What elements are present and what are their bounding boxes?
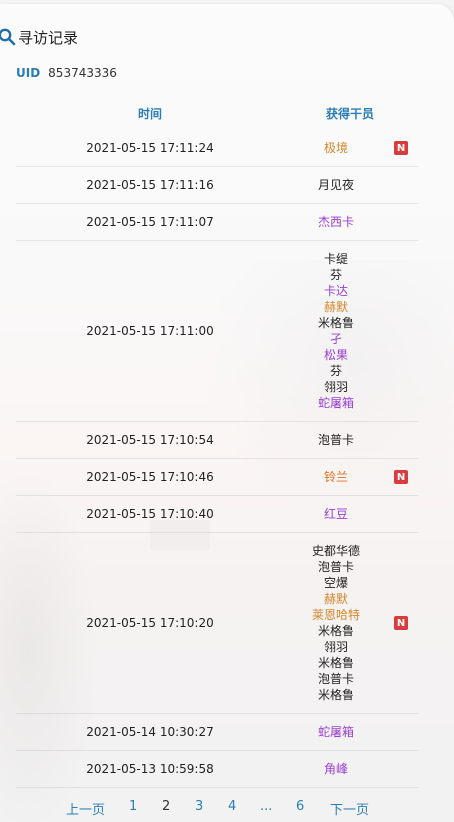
uid-label: UID (16, 66, 41, 80)
table-row: 2021-05-15 17:10:20 史都华德 泡普卡 空爆 赫默 莱恩哈特 米格鲁 翎羽米… (16, 533, 418, 714)
pager-page-1[interactable]: 1 (129, 799, 137, 814)
page-title: 寻访记录 (18, 28, 79, 47)
operator-name: 莱恩哈特 (311, 608, 360, 622)
operator-name: 赫默 (323, 592, 348, 606)
table-row: 2021-05-13 10:59:58 角峰 (16, 751, 418, 788)
operator-name: 孑 (329, 332, 342, 346)
operator-name: 米格鲁 (317, 624, 354, 638)
table-row: 2021-05-15 17:10:40 红豆 (16, 496, 418, 533)
operator-name: 卡达 (323, 284, 348, 298)
operator-name: 泡普卡 (317, 433, 354, 447)
operator-name: 蛇屠箱 (317, 725, 354, 739)
new-badge: N (394, 470, 408, 484)
record-operators: 极境 (284, 140, 388, 156)
table-row: 2021-05-15 17:11:16 月见夜 (16, 167, 418, 204)
record-operators: 铃兰 (284, 469, 388, 485)
record-time: 2021-05-15 17:10:46 (86, 470, 214, 484)
record-time: 2021-05-15 17:11:24 (86, 141, 214, 155)
pager-ellipsis: ... (260, 799, 273, 814)
table-row: 2021-05-15 17:10:46 铃兰 N (16, 459, 418, 496)
record-operators: 角峰 (284, 761, 388, 777)
table-row: 2021-05-15 17:11:24 极境 N (16, 130, 418, 167)
record-operators: 杰西卡 (284, 214, 388, 230)
record-time: 2021-05-14 10:30:27 (86, 725, 214, 739)
column-header-time: 时间 (138, 107, 163, 121)
pager-page-4[interactable]: 4 (228, 799, 236, 814)
operator-name: 红豆 (323, 507, 348, 521)
operator-name: 极境 (323, 141, 348, 155)
new-badge: N (394, 141, 408, 155)
panel-header: 寻访记录 (0, 24, 78, 50)
table-row: 2021-05-15 17:11:07 杰西卡 (16, 204, 418, 241)
record-time: 2021-05-15 17:10:20 (86, 616, 214, 630)
operator-name: 空爆 (323, 576, 348, 590)
record-operators: 蛇屠箱 (284, 724, 388, 740)
record-operators: 卡缇芬卡达 赫默 米格鲁孑松果芬翎羽 蛇屠箱 (284, 251, 388, 411)
table-row: 2021-05-15 17:11:00 卡缇芬卡达 赫默 米格鲁孑松果芬翎羽 蛇屠箱 (16, 241, 418, 422)
table-row: 2021-05-15 17:10:54 泡普卡 (16, 422, 418, 459)
operator-name: 蛇屠箱 (317, 396, 354, 410)
record-time: 2021-05-15 17:11:16 (86, 178, 214, 192)
pagination: 上一页 1 2 3 4 ... 6 下一页 (0, 799, 454, 818)
table-row: 2021-05-14 10:30:27 蛇屠箱 (16, 714, 418, 751)
operator-name: 米格鲁 (317, 688, 354, 702)
record-time: 2021-05-15 17:10:40 (86, 507, 214, 521)
record-operators: 泡普卡 (284, 432, 388, 448)
records-table: 2021-05-15 17:11:24 极境 N 2021-05-15 17:11:1… (16, 130, 418, 788)
operator-name: 松果 (323, 348, 348, 362)
pager-page-3[interactable]: 3 (195, 799, 203, 814)
operator-name: 米格鲁 (317, 316, 354, 330)
record-time: 2021-05-15 17:11:00 (86, 324, 214, 338)
operator-name: 史都华德 (311, 544, 360, 558)
record-operators: 史都华德 泡普卡 空爆 赫默 莱恩哈特 米格鲁 翎羽 米格鲁 泡普卡 米格鲁 (284, 543, 388, 703)
record-time: 2021-05-13 10:59:58 (86, 762, 214, 776)
pager-page-6[interactable]: 6 (296, 799, 304, 814)
record-time: 2021-05-15 17:11:07 (86, 215, 214, 229)
pager-prev-link[interactable]: 上一页 (66, 799, 105, 818)
operator-name: 角峰 (323, 762, 348, 776)
uid-row: UID 853743336 (16, 66, 117, 80)
column-header-operators: 获得干员 (326, 107, 375, 121)
operator-name: 铃兰 (323, 470, 348, 484)
uid-value: 853743336 (48, 66, 117, 80)
operator-name: 泡普卡 (317, 560, 354, 574)
new-badge: N (394, 616, 408, 630)
operator-name: 翎羽 (323, 380, 348, 394)
operator-name: 米格鲁 (317, 656, 354, 670)
operator-name: 赫默 (323, 300, 348, 314)
record-time: 2021-05-15 17:10:54 (86, 433, 214, 447)
operator-name: 翎羽 (323, 640, 348, 654)
pager-page-2-current: 2 (162, 799, 171, 814)
search-icon (0, 28, 16, 46)
operator-name: 芬 (329, 268, 342, 282)
record-operators: 红豆 (284, 506, 388, 522)
operator-name: 卡缇 (323, 252, 348, 266)
operator-name: 杰西卡 (317, 215, 354, 229)
pager-next-link[interactable]: 下一页 (330, 799, 369, 818)
operator-name: 月见夜 (317, 178, 354, 192)
operator-name: 泡普卡 (317, 672, 354, 686)
record-operators: 月见夜 (284, 177, 388, 193)
operator-name: 芬 (329, 364, 342, 378)
records-panel: 寻访记录 UID 853743336 时间 获得干员 2021-05-15 17… (0, 4, 454, 822)
